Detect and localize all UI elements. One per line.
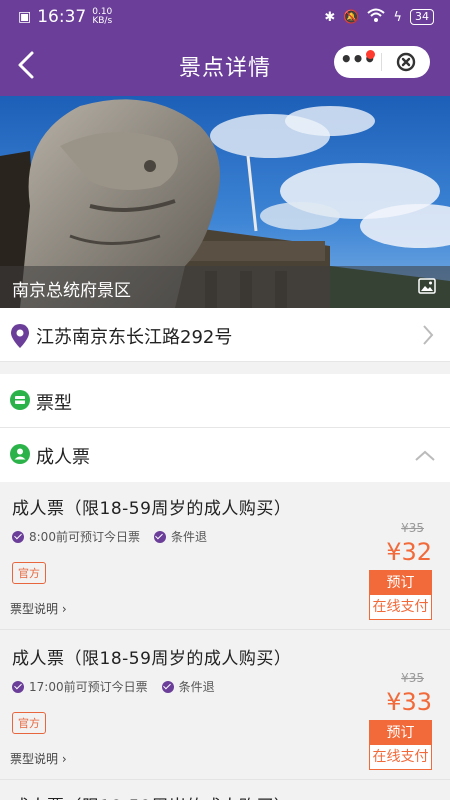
official-badge: 官方 (12, 712, 46, 734)
booking-time-tag: 8:00前可预订今日票 (12, 528, 140, 545)
wifi-icon (367, 8, 386, 26)
chevron-right-icon (423, 325, 434, 345)
official-badge: 官方 (12, 562, 46, 584)
hero-caption-bar: 南京总统府景区 (0, 266, 450, 308)
network-speed: 0.10 KB/s (92, 8, 112, 26)
online-pay-label: 在线支付 (370, 745, 431, 769)
refund-text: 条件退 (178, 680, 215, 694)
adult-ticket-label: 成人票 (36, 447, 90, 468)
refund-text: 条件退 (170, 530, 207, 544)
hero-image[interactable]: 南京总统府景区 (0, 96, 450, 308)
ticket-tags: 8:00前可预订今日票 条件退 (12, 528, 207, 545)
charging-icon: ϟ (393, 9, 402, 25)
more-button[interactable]: ••• (334, 46, 381, 78)
refund-tag: 条件退 (153, 528, 207, 545)
status-left: ▣ 16:37 0.10 KB/s (18, 7, 112, 27)
ticket-explain-text: 票型说明 (10, 602, 59, 616)
ticket-card: 成人票（限18-59周岁的成人购买） 8:00前可预订今日票 条件退 官方 票型… (0, 482, 450, 630)
ticket-explain-link[interactable]: 票型说明 › (10, 600, 67, 617)
booking-time-tag: 17:00前可预订今日票 (12, 678, 148, 695)
battery-icon: 34 (410, 9, 434, 25)
person-icon (10, 444, 30, 464)
ticket-card: 成人票（限18-59周岁的成人购买） 17:00前可预订今日票 条件退 官方 票… (0, 632, 450, 780)
book-label: 预订 (370, 571, 431, 595)
mute-icon: 🔕 (343, 9, 360, 25)
ticket-type-label: 票型 (36, 393, 72, 414)
ticket-card: 成人票（限18-59周岁的成人购买） (0, 782, 450, 800)
sim-icon: ▣ (18, 9, 32, 25)
ticket-icon (10, 390, 30, 410)
ticket-explain-text: 票型说明 (10, 752, 59, 766)
status-right: ✱ 🔕 ϟ 34 (324, 8, 434, 26)
ticket-type-section: 票型 (0, 374, 450, 428)
check-circle-icon (153, 530, 166, 543)
nav-bar: 景点详情 ••• (0, 34, 450, 96)
adult-ticket-header[interactable]: 成人票 (0, 428, 450, 482)
check-circle-icon (12, 530, 24, 543)
chevron-up-icon[interactable] (414, 450, 436, 462)
clock: 16:37 (37, 7, 87, 27)
gallery-icon[interactable] (418, 278, 436, 298)
ticket-name: 成人票（限18-59周岁的成人购买） (12, 499, 292, 519)
booking-time-text: 8:00前可预订今日票 (29, 530, 140, 544)
original-price: ¥35 (401, 521, 424, 535)
original-price: ¥35 (401, 671, 424, 685)
ticket-explain-link[interactable]: 票型说明 › (10, 750, 67, 767)
scenic-name: 南京总统府景区 (12, 281, 131, 301)
close-icon (396, 52, 415, 72)
book-label: 预订 (370, 721, 431, 745)
ticket-name: 成人票（限18-59周岁的成人购买） (12, 649, 292, 669)
ticket-tags: 17:00前可预订今日票 条件退 (12, 678, 215, 695)
online-pay-label: 在线支付 (370, 595, 431, 619)
notification-dot (366, 50, 375, 59)
address-text: 江苏南京东长江路292号 (36, 327, 233, 348)
ticket-name: 成人票（限18-59周岁的成人购买） (12, 792, 291, 800)
location-pin-icon (11, 324, 29, 348)
mini-program-capsule: ••• (334, 46, 430, 78)
chevron-right-icon: › (61, 602, 67, 616)
booking-time-text: 17:00前可预订今日票 (29, 680, 148, 694)
sale-price: ¥32 (386, 538, 432, 566)
status-bar: ▣ 16:37 0.10 KB/s ✱ 🔕 ϟ 34 (0, 0, 450, 34)
check-circle-icon (12, 680, 24, 693)
close-button[interactable] (382, 46, 429, 78)
bluetooth-icon: ✱ (324, 9, 336, 25)
address-row[interactable]: 江苏南京东长江路292号 (0, 308, 450, 362)
refund-tag: 条件退 (161, 678, 215, 695)
book-button[interactable]: 预订 在线支付 (369, 570, 432, 620)
chevron-right-icon: › (61, 752, 67, 766)
sale-price: ¥33 (386, 688, 432, 716)
check-circle-icon (161, 680, 174, 693)
book-button[interactable]: 预订 在线支付 (369, 720, 432, 770)
network-speed-unit: KB/s (92, 16, 113, 26)
